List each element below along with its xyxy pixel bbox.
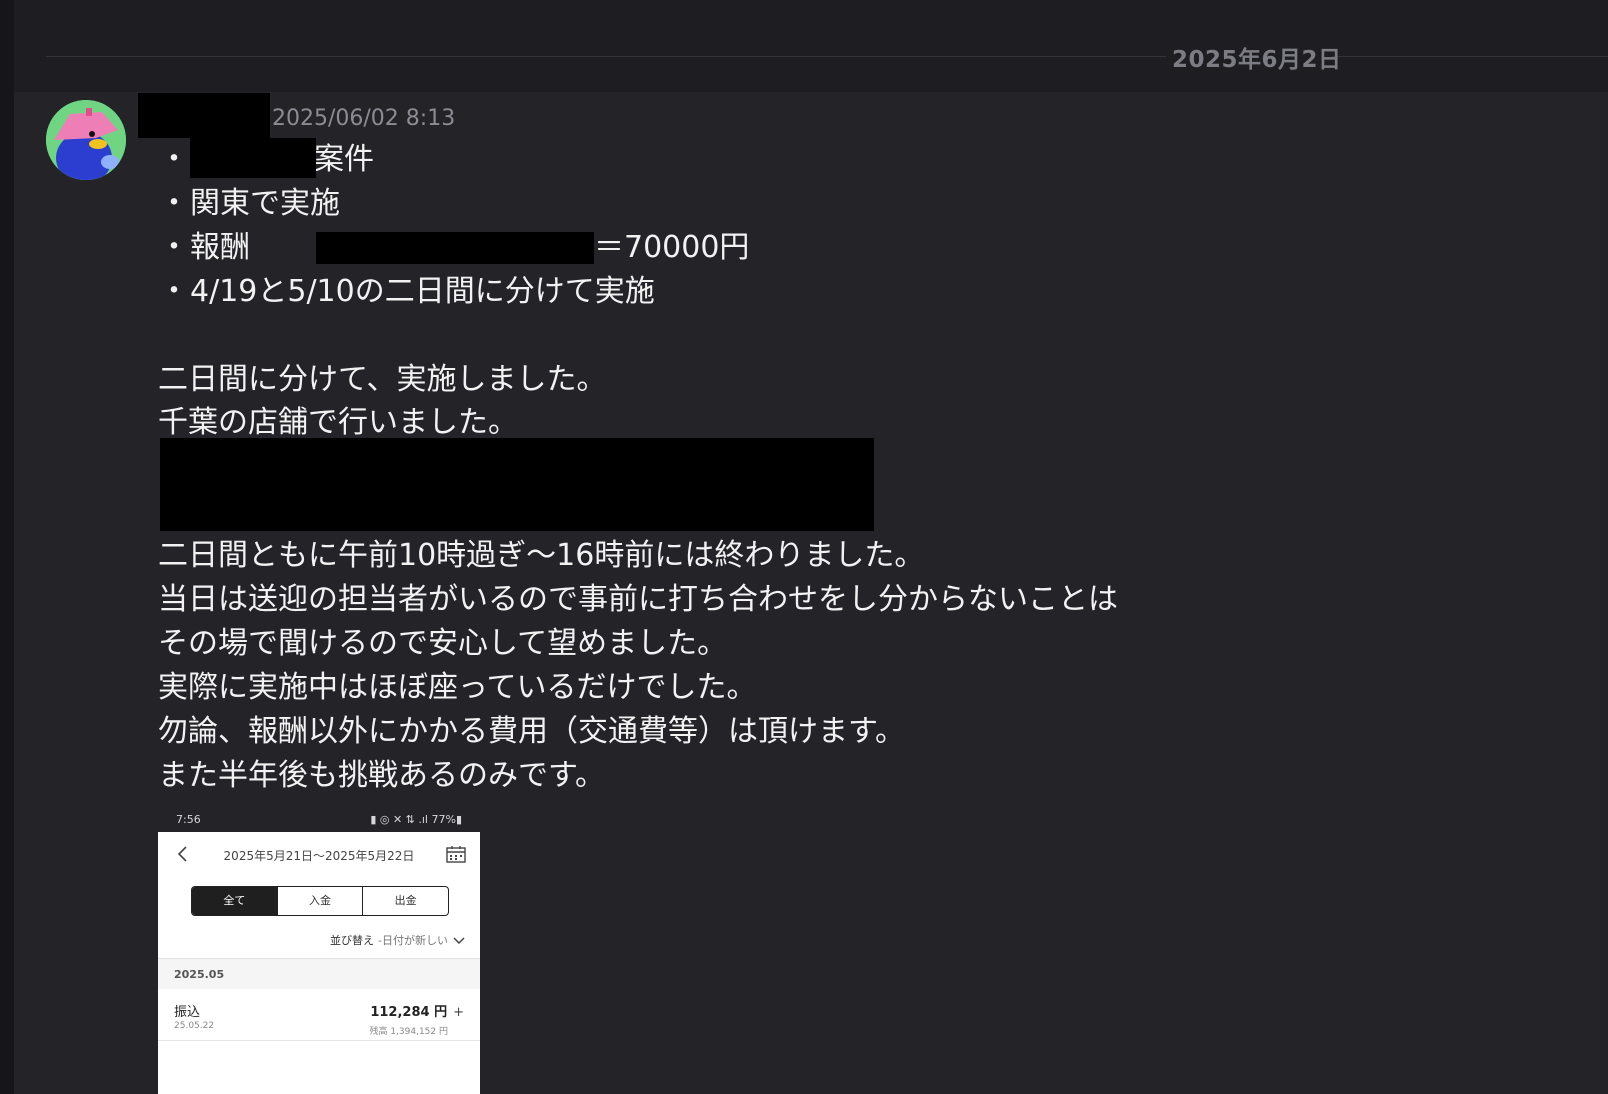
bullet-mark: ・ [159, 186, 189, 221]
amount-plus: + [453, 1005, 464, 1020]
message-line: 当日は送迎の担当者がいるので事前に打ち合わせをし分からないことは [158, 582, 1118, 617]
phone-status-bar: 7:56 ▮ ◎ ✕ ⇅ .ıl 77%▮ [158, 808, 480, 832]
divider [158, 1040, 480, 1041]
status-time: 7:56 [176, 813, 201, 826]
sort-value: -日付が新しい [378, 934, 448, 947]
user-avatar[interactable] [46, 100, 126, 180]
calendar-icon [446, 846, 466, 863]
redacted-reward-detail [316, 232, 594, 264]
month-header: 2025.05 [158, 959, 480, 989]
bullet-text: ＝70000円 [594, 230, 750, 265]
redacted-text-block [160, 438, 874, 531]
transaction-type: 振込 [174, 1005, 201, 1020]
date-separator-bar [14, 0, 1608, 92]
amount-value: 112,284 円 [370, 1005, 448, 1020]
tab-withdrawal: 出金 [362, 887, 448, 915]
tab-all: 全て [192, 887, 277, 915]
sort-control: 並び替え -日付が新しい [330, 932, 466, 948]
date-range: 2025年5月21日〜2025年5月22日 [223, 849, 415, 863]
divider-line-right [1332, 56, 1608, 57]
bullet-mark: ・ [159, 230, 189, 265]
transaction-amount: 112,284 円 + [370, 1001, 464, 1020]
sort-label: 並び替え [330, 934, 375, 947]
message-line: 千葉の店舗で行いました。 [158, 405, 518, 440]
bullet-mark: ・ [159, 142, 189, 177]
transaction-date: 25.05.22 [174, 1021, 215, 1031]
bullet-text: 案件 [314, 142, 374, 177]
message-line: また半年後も挑戦あるのみです。 [158, 758, 605, 793]
bullet-line-4: ・4/19と5/10の二日間に分けて実施 [158, 274, 655, 310]
message-timestamp: 2025/06/02 8:13 [272, 106, 456, 131]
redacted-username [138, 93, 270, 138]
status-icons: ▮ ◎ ✕ ⇅ .ıl 77%▮ [370, 813, 462, 826]
chevron-down-icon [453, 937, 465, 945]
attached-screenshot[interactable]: 7:56 ▮ ◎ ✕ ⇅ .ıl 77%▮ 2025年5月21日〜2025年5月… [158, 808, 480, 1094]
divider-line-left [46, 56, 1166, 57]
message-line: 二日間に分けて、実施しました。 [158, 362, 607, 397]
avatar-bird-icon [46, 100, 126, 180]
bullet-line-2: ・関東で実施 [158, 186, 340, 222]
message-line: 実際に実施中はほぼ座っているだけでした。 [158, 670, 757, 705]
redacted-case-name [190, 138, 316, 178]
bullet-mark: ・ [159, 274, 189, 309]
transaction-balance: 残高 1,394,152 円 [369, 1027, 448, 1037]
screenshot-header: 2025年5月21日〜2025年5月22日 [158, 832, 480, 878]
filter-tabs: 全て 入金 出金 [191, 886, 449, 916]
bullet-text: 関東で実施 [190, 186, 340, 221]
bullet-text: 報酬 [190, 230, 250, 265]
date-separator-label: 2025年6月2日 [1172, 47, 1342, 73]
message-line: その場で聞けるので安心して望めました。 [158, 626, 728, 661]
bullet-text: 4/19と5/10の二日間に分けて実施 [190, 274, 655, 309]
tab-deposit: 入金 [276, 887, 363, 915]
left-sidebar-strip [0, 0, 14, 1094]
message-line: 二日間ともに午前10時過ぎ〜16時前には終わりました。 [158, 538, 925, 573]
message-line: 勿論、報酬以外にかかる費用（交通費等）は頂けます。 [158, 714, 905, 749]
month-label: 2025.05 [174, 968, 225, 981]
